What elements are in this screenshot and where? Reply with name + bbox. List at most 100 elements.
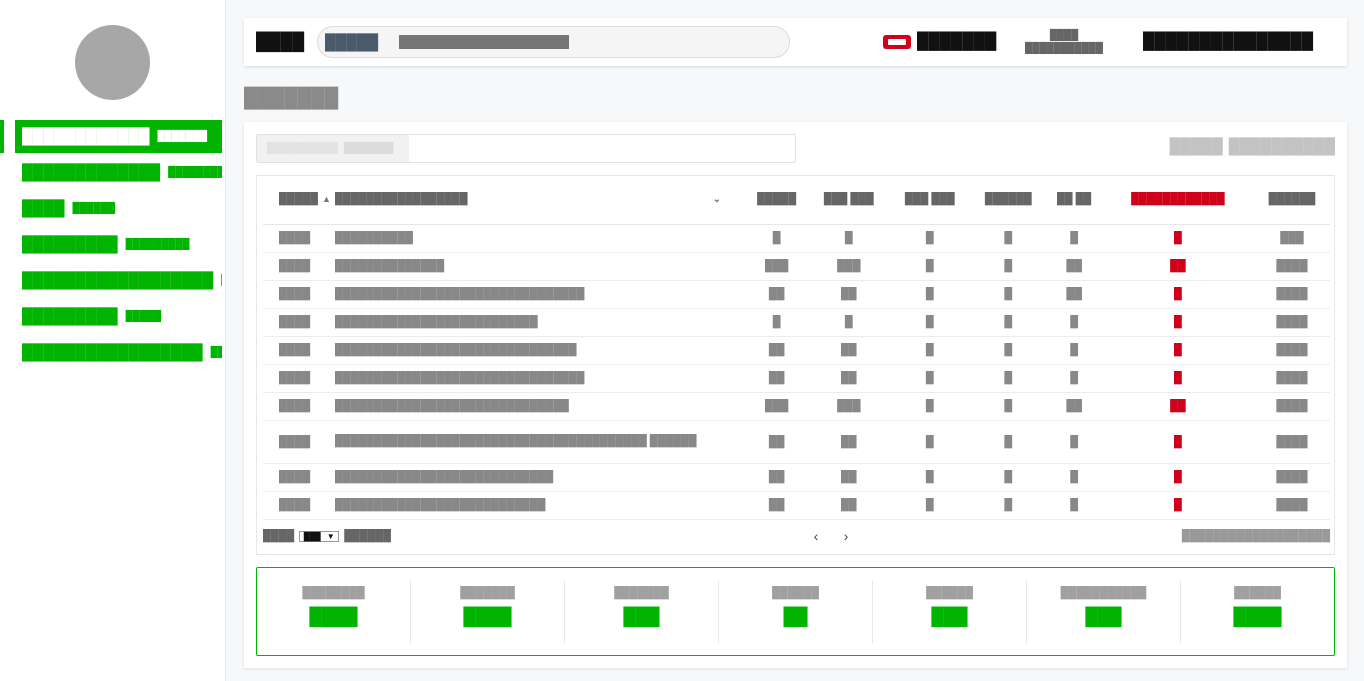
table-cell: ████ (1253, 364, 1330, 393)
sidebar-item-meta: █████████ (125, 238, 190, 250)
sidebar-item-3[interactable]: ████ ██████ (15, 190, 222, 226)
user-info-line: ████ (1049, 30, 1079, 41)
table-row[interactable]: ████████████████████████████████████████… (263, 392, 1330, 421)
sidebar-item-meta: █████ (125, 310, 162, 322)
table-cell: ████ (263, 224, 335, 253)
table-cell: █ (889, 463, 971, 492)
table-cell: █ (745, 224, 809, 253)
stat-value: ████ (463, 606, 512, 626)
table-cell: █ (1046, 224, 1102, 253)
sidebar-item-1[interactable]: ████████████ ███████ (15, 120, 222, 153)
table-cell: ████ (1253, 392, 1330, 421)
panel-action-button[interactable]: █████ (1170, 138, 1223, 155)
table-row[interactable]: ████████████████████████████████████████… (263, 463, 1330, 492)
table-cell: █ (970, 308, 1047, 337)
table-cell: ████ (263, 364, 335, 393)
table-cell: ██ (808, 463, 890, 492)
org-name[interactable]: ███████████████ (1143, 33, 1313, 51)
table-cell: █ (970, 252, 1047, 281)
table-cell: █ (1046, 308, 1102, 337)
stat-label: ███████ (460, 586, 515, 599)
table-cell: ████████████████████████████████ (335, 280, 745, 309)
stat-card: ██████████ (565, 580, 719, 643)
page-size-select[interactable]: ███ ▼ (299, 530, 340, 542)
filter-input[interactable]: ██████████ ███████ (256, 134, 796, 163)
table-cell: █ (970, 420, 1047, 464)
sidebar-item-7[interactable]: ████████████████████ (15, 334, 222, 370)
column-header[interactable]: ██ ██ (1046, 176, 1102, 225)
table-cell: ████████████████████████████████ (335, 364, 745, 393)
brand-logo[interactable]: ████ (256, 32, 306, 52)
sidebar-item-4[interactable]: █████████ █████████ (15, 226, 222, 262)
table-cell: █ (1046, 420, 1102, 464)
table-row[interactable]: ████ ██████████████████████████ █ █ █ █ █ █ ████ (263, 308, 1330, 337)
table-cell: █ (1101, 224, 1254, 253)
table-cell: ████ (1253, 420, 1330, 464)
sidebar-item-2[interactable]: ███████████████████████ (15, 154, 222, 190)
table-cell: ████ (263, 491, 335, 520)
column-header[interactable]: ██████ (1253, 176, 1330, 225)
sidebar-item-5[interactable]: ███████████████████ (15, 262, 222, 298)
column-header[interactable]: █████████████████ ⌄ (335, 176, 745, 225)
column-header-label: █████ (279, 193, 318, 206)
table-cell: ██ (1101, 252, 1254, 281)
table-cell: ██ (808, 336, 890, 365)
stat-value: ████ (309, 606, 358, 626)
search-box[interactable]: █████ (317, 26, 790, 58)
table-row[interactable]: ████████████████████████████████████████… (263, 280, 1330, 309)
table-cell: ████ (1253, 280, 1330, 309)
column-header[interactable]: █████ (745, 176, 809, 225)
table-cell: ███████████████████████████████ (335, 336, 745, 365)
page-size-suffix: ██████ (344, 530, 391, 542)
avatar[interactable] (75, 25, 150, 100)
table-cell: ██ (1101, 392, 1254, 421)
stat-label: ███████████ (1060, 586, 1147, 599)
stat-card: ██████ ██ (719, 580, 873, 643)
alert-badge[interactable] (883, 35, 911, 49)
table-row[interactable]: ████████████████████████████████████████… (263, 336, 1330, 365)
chevron-down-icon[interactable]: ⌄ (713, 192, 721, 207)
table-cell: ██ (1046, 392, 1102, 421)
sidebar-item-6[interactable]: █████████ █████ (15, 298, 222, 334)
filter-chip[interactable]: ██████████ ███████ (257, 135, 409, 162)
search-input[interactable] (399, 35, 779, 49)
table-cell: █ (970, 336, 1047, 365)
table-cell: ██ (1046, 252, 1102, 281)
table-row[interactable]: ████ ██████████████ ███ ███ █ █ ██ ██ ████ (263, 252, 1330, 281)
table-cell: █ (1101, 463, 1254, 492)
column-header[interactable]: ██████ (970, 176, 1047, 225)
stat-card: ██████████ (1181, 581, 1334, 643)
table-row[interactable]: ████ ██████████ █ █ █ █ █ █ ███ (263, 224, 1330, 253)
table-cell: ████████████████████████████████████████… (335, 420, 745, 464)
chevron-left-icon[interactable]: ‹ (801, 528, 831, 544)
table-cell: ███ (745, 252, 809, 281)
stat-label: ██████ (926, 586, 973, 599)
column-header[interactable]: █████ ▲ (263, 176, 335, 225)
stat-label: ████████ (302, 586, 365, 599)
top-bar: ████ █████ ███████ ████ █████████ ██ ████… (244, 18, 1347, 66)
stat-value: ████ (1233, 606, 1282, 626)
chevron-right-icon[interactable]: › (831, 528, 861, 544)
table-cell: █ (808, 308, 890, 337)
panel-action-button[interactable]: ██████████ (1229, 138, 1335, 155)
sidebar-item-label: █████████████ (22, 163, 161, 181)
column-header[interactable]: ████████████ (1101, 176, 1254, 225)
table-row[interactable]: ████████████████████████████████████████… (263, 420, 1330, 464)
column-header[interactable]: ███ ███ (808, 176, 890, 225)
sort-asc-icon[interactable]: ▲ (322, 194, 331, 204)
table-cell: ████████████████████████████ (335, 463, 745, 492)
page-size-label: ████ (263, 530, 295, 542)
sidebar-item-meta: ██████ (72, 202, 116, 214)
search-scope[interactable]: █████ (325, 34, 399, 51)
user-info[interactable]: ████ ███████████ (1009, 29, 1119, 55)
table-cell: ███████████████████████████ (335, 491, 745, 520)
alert-label[interactable]: ███████ (917, 33, 999, 51)
active-nav-marker (0, 120, 4, 153)
table-row[interactable]: ████████████████████████████████████████… (263, 491, 1330, 520)
chevron-down-icon: ▼ (326, 531, 335, 541)
column-header[interactable]: ███ ███ (889, 176, 971, 225)
table-cell: █ (889, 280, 971, 309)
table-cell: ████ (263, 463, 335, 492)
table-row[interactable]: ████████████████████████████████████████… (263, 364, 1330, 393)
table-cell: ████ (1253, 463, 1330, 492)
